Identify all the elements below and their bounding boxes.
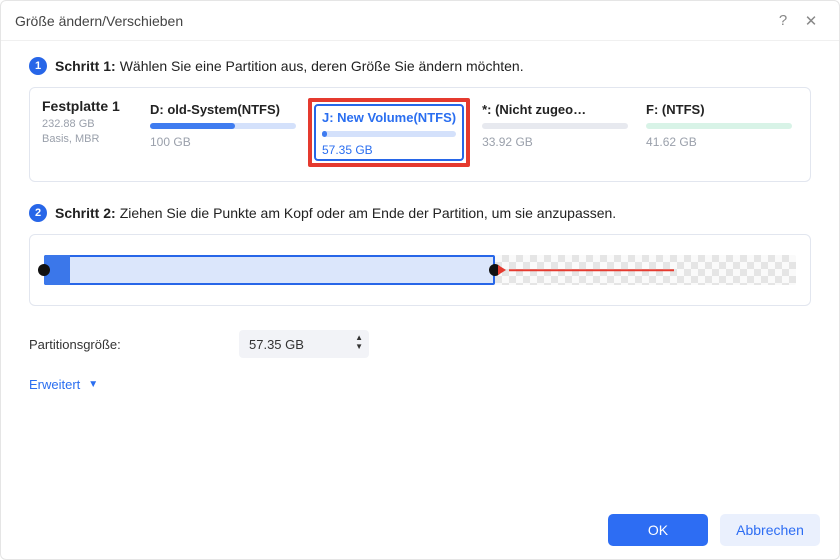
- step-2-label: 2 Schritt 2: Ziehen Sie die Punkte am Ko…: [29, 204, 811, 222]
- partition-size: 33.92 GB: [482, 135, 628, 149]
- partition-name: *: (Nicht zugeo…: [482, 102, 628, 117]
- title-bar: Größe ändern/Verschieben ? ✕: [1, 1, 839, 41]
- help-icon[interactable]: ?: [769, 12, 797, 29]
- partition-size: 41.62 GB: [646, 135, 792, 149]
- dialog-footer: OK Abbrechen: [608, 514, 820, 546]
- resize-slider-track[interactable]: [44, 255, 796, 285]
- disk-name: Festplatte 1: [42, 98, 134, 114]
- annotation-highlight: J: New Volume(NTFS) 57.35 GB: [308, 98, 470, 167]
- partition-list: D: old-System(NTFS) 100 GB J: New Volume(N…: [144, 98, 798, 167]
- slider-allocated[interactable]: [44, 255, 495, 285]
- disk-header: Festplatte 1 232.88 GB Basis, MBR: [42, 98, 134, 167]
- partition-size: 57.35 GB: [322, 143, 456, 157]
- disk-meta: 232.88 GB Basis, MBR: [42, 117, 134, 148]
- size-spinner[interactable]: ▲ ▼: [239, 330, 369, 358]
- partition-bar: [150, 123, 296, 129]
- disk-scheme: Basis, MBR: [42, 132, 134, 147]
- size-input[interactable]: [239, 330, 369, 358]
- partition-bar: [646, 123, 792, 129]
- partition-bar: [322, 131, 456, 137]
- size-row: Partitionsgröße: ▲ ▼: [29, 330, 811, 358]
- slider-handle-right[interactable]: [489, 264, 501, 276]
- disk-card: Festplatte 1 232.88 GB Basis, MBR D: old…: [29, 87, 811, 182]
- chevron-down-icon: ▼: [88, 379, 98, 390]
- step-2-badge: 2: [29, 204, 47, 222]
- partition-1[interactable]: J: New Volume(NTFS) 57.35 GB: [314, 104, 464, 161]
- step-1-bold: Schritt 1:: [55, 58, 116, 74]
- step-2-text: Ziehen Sie die Punkte am Kopf oder am En…: [120, 205, 617, 221]
- step-2-bold: Schritt 2:: [55, 205, 116, 221]
- slider-handle-left[interactable]: [38, 264, 50, 276]
- ok-button[interactable]: OK: [608, 514, 708, 546]
- spinner-arrows[interactable]: ▲ ▼: [355, 333, 363, 351]
- size-label: Partitionsgröße:: [29, 337, 239, 352]
- window-title: Größe ändern/Verschieben: [15, 13, 769, 29]
- advanced-label: Erweitert: [29, 377, 80, 392]
- disk-capacity: 232.88 GB: [42, 117, 134, 132]
- annotation-arrow: [509, 269, 674, 271]
- step-1-label: 1 Schritt 1: Wählen Sie eine Partition a…: [29, 57, 811, 75]
- partition-0[interactable]: D: old-System(NTFS) 100 GB: [144, 98, 302, 167]
- partition-size: 100 GB: [150, 135, 296, 149]
- advanced-toggle[interactable]: Erweitert ▼: [29, 377, 98, 392]
- partition-name: D: old-System(NTFS): [150, 102, 296, 117]
- partition-name: F: (NTFS): [646, 102, 792, 117]
- partition-3[interactable]: F: (NTFS) 41.62 GB: [640, 98, 798, 167]
- partition-name: J: New Volume(NTFS): [322, 110, 456, 125]
- partition-2[interactable]: *: (Nicht zugeo… 33.92 GB: [476, 98, 634, 167]
- spinner-up-icon[interactable]: ▲: [355, 333, 363, 342]
- step-1-text: Wählen Sie eine Partition aus, deren Grö…: [120, 58, 524, 74]
- spinner-down-icon[interactable]: ▼: [355, 342, 363, 351]
- partition-bar: [482, 123, 628, 129]
- resize-slider-card: [29, 234, 811, 306]
- step-1-badge: 1: [29, 57, 47, 75]
- cancel-button[interactable]: Abbrechen: [720, 514, 820, 546]
- close-icon[interactable]: ✕: [797, 12, 825, 30]
